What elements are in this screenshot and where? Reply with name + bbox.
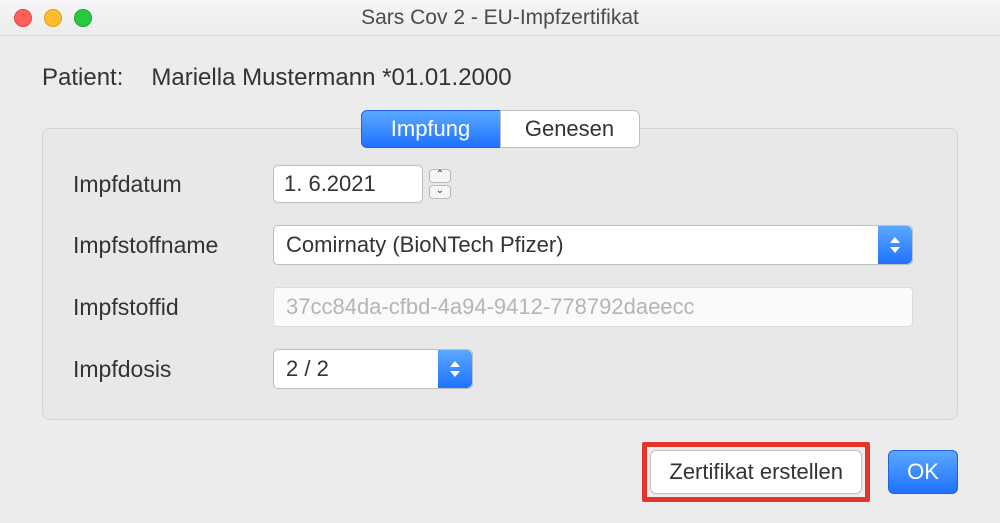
impfstoffname-select[interactable]: Comirnaty (BioNTech Pfizer) xyxy=(273,225,913,265)
titlebar: Sars Cov 2 - EU-Impfzertifikat xyxy=(0,0,1000,36)
patient-name: Mariella Mustermann *01.01.2000 xyxy=(151,64,511,92)
chevron-up-icon[interactable]: ⌃ xyxy=(429,169,451,183)
impfdosis-select[interactable]: 2 / 2 xyxy=(273,349,473,389)
form-groupbox: Impfdatum 1. 6.2021 ⌃ ⌄ Impfstoffname Co… xyxy=(42,128,958,420)
minimize-icon[interactable] xyxy=(44,9,62,27)
impfstoffname-label: Impfstoffname xyxy=(73,232,273,259)
tab-impfung[interactable]: Impfung xyxy=(361,110,501,148)
impfdatum-field[interactable]: 1. 6.2021 xyxy=(273,165,423,203)
impfdosis-label: Impfdosis xyxy=(73,356,273,383)
window-controls xyxy=(14,9,92,27)
impfstoffname-value: Comirnaty (BioNTech Pfizer) xyxy=(286,232,564,258)
impfstoffid-label: Impfstoffid xyxy=(73,294,273,321)
impfdosis-value: 2 / 2 xyxy=(286,356,329,382)
tab-genesen[interactable]: Genesen xyxy=(500,110,640,148)
date-stepper[interactable]: ⌃ ⌄ xyxy=(429,169,451,199)
select-stepper-icon[interactable] xyxy=(438,350,472,388)
patient-label: Patient: xyxy=(42,64,123,92)
impfstoffid-field: 37cc84da-cfbd-4a94-9412-778792daeecc xyxy=(273,287,913,327)
ok-button[interactable]: OK xyxy=(888,450,958,494)
close-icon[interactable] xyxy=(14,9,32,27)
create-button-highlight: Zertifikat erstellen xyxy=(642,442,870,502)
window-title: Sars Cov 2 - EU-Impfzertifikat xyxy=(0,6,1000,30)
create-certificate-button[interactable]: Zertifikat erstellen xyxy=(650,450,862,494)
impfdatum-label: Impfdatum xyxy=(73,171,273,198)
zoom-icon[interactable] xyxy=(74,9,92,27)
select-stepper-icon[interactable] xyxy=(878,226,912,264)
chevron-down-icon[interactable]: ⌄ xyxy=(429,185,451,199)
